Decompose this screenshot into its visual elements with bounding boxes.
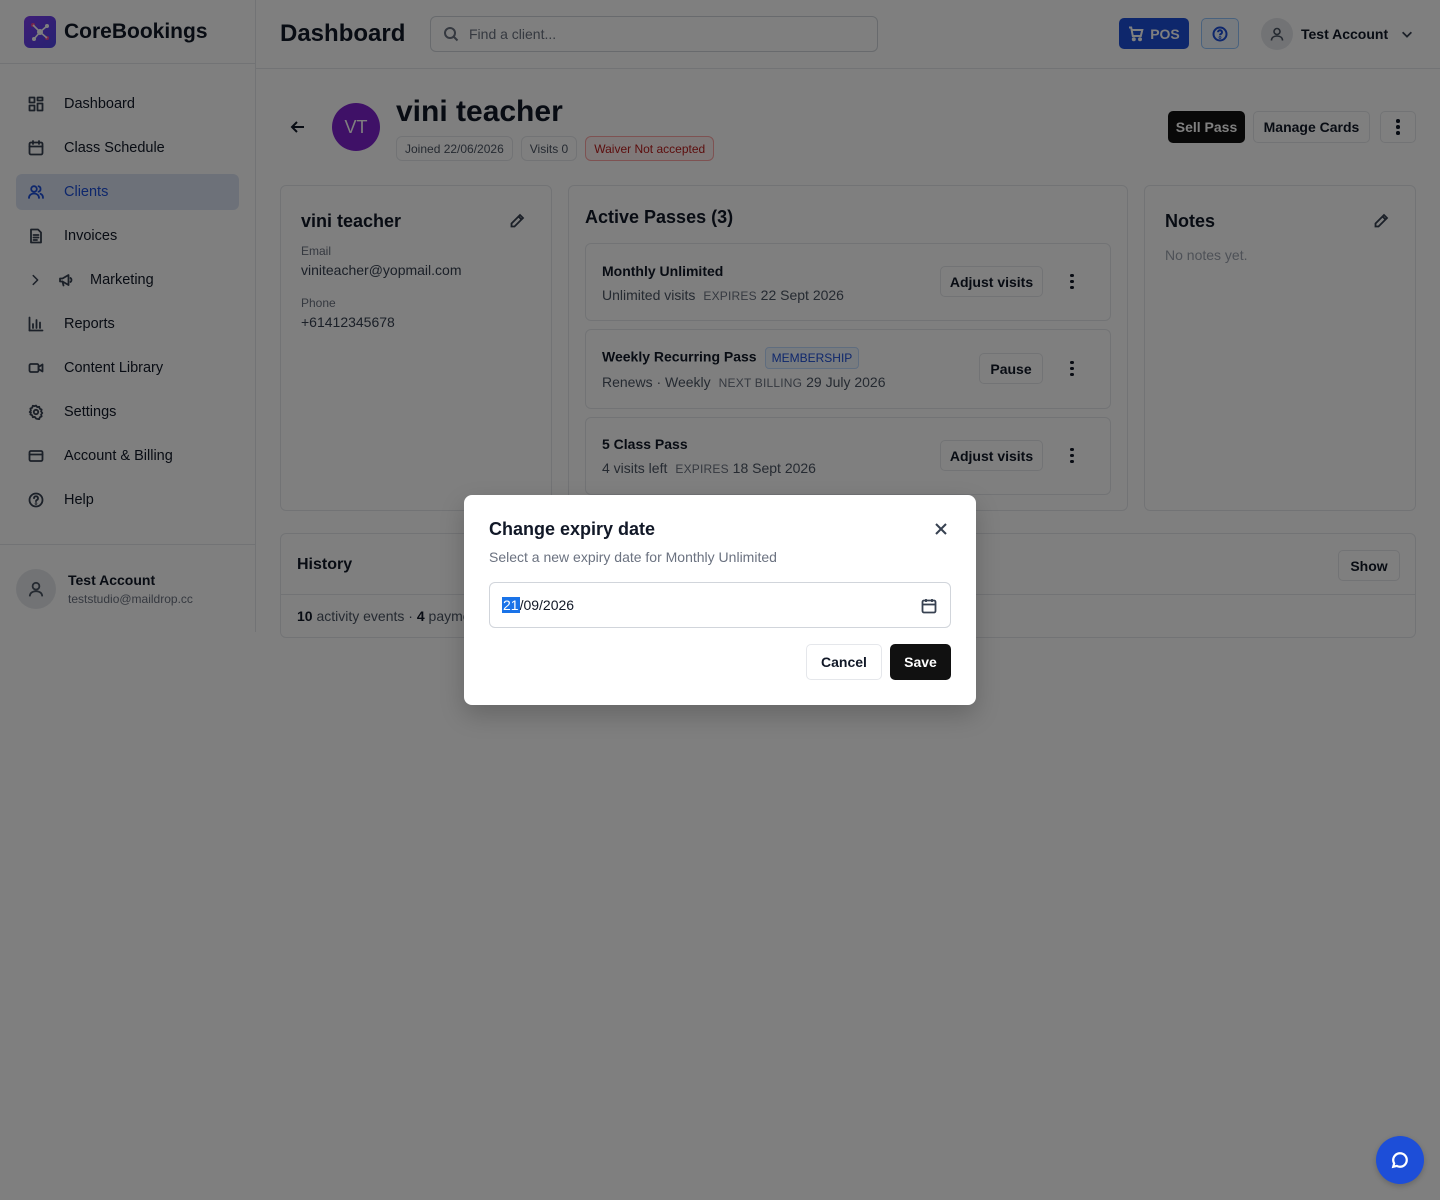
dialog-subtitle: Select a new expiry date for Monthly Unl… — [489, 549, 777, 565]
expiry-date-input[interactable]: 21/09/2026 — [489, 582, 951, 628]
date-rest-segment[interactable]: /09/2026 — [520, 597, 575, 613]
close-icon[interactable] — [934, 522, 948, 536]
chat-bubble-icon — [1391, 1152, 1408, 1169]
save-button[interactable]: Save — [890, 644, 951, 680]
calendar-icon[interactable] — [921, 598, 937, 614]
cancel-button[interactable]: Cancel — [806, 644, 882, 680]
app-root: CoreBookings Dashboard Class Schedule Cl… — [0, 0, 1440, 1200]
chat-button[interactable] — [1376, 1136, 1424, 1184]
dialog-title: Change expiry date — [489, 519, 656, 539]
date-day-segment[interactable]: 21 — [502, 597, 520, 613]
change-expiry-dialog: Change expiry date Select a new expiry d… — [464, 495, 976, 705]
